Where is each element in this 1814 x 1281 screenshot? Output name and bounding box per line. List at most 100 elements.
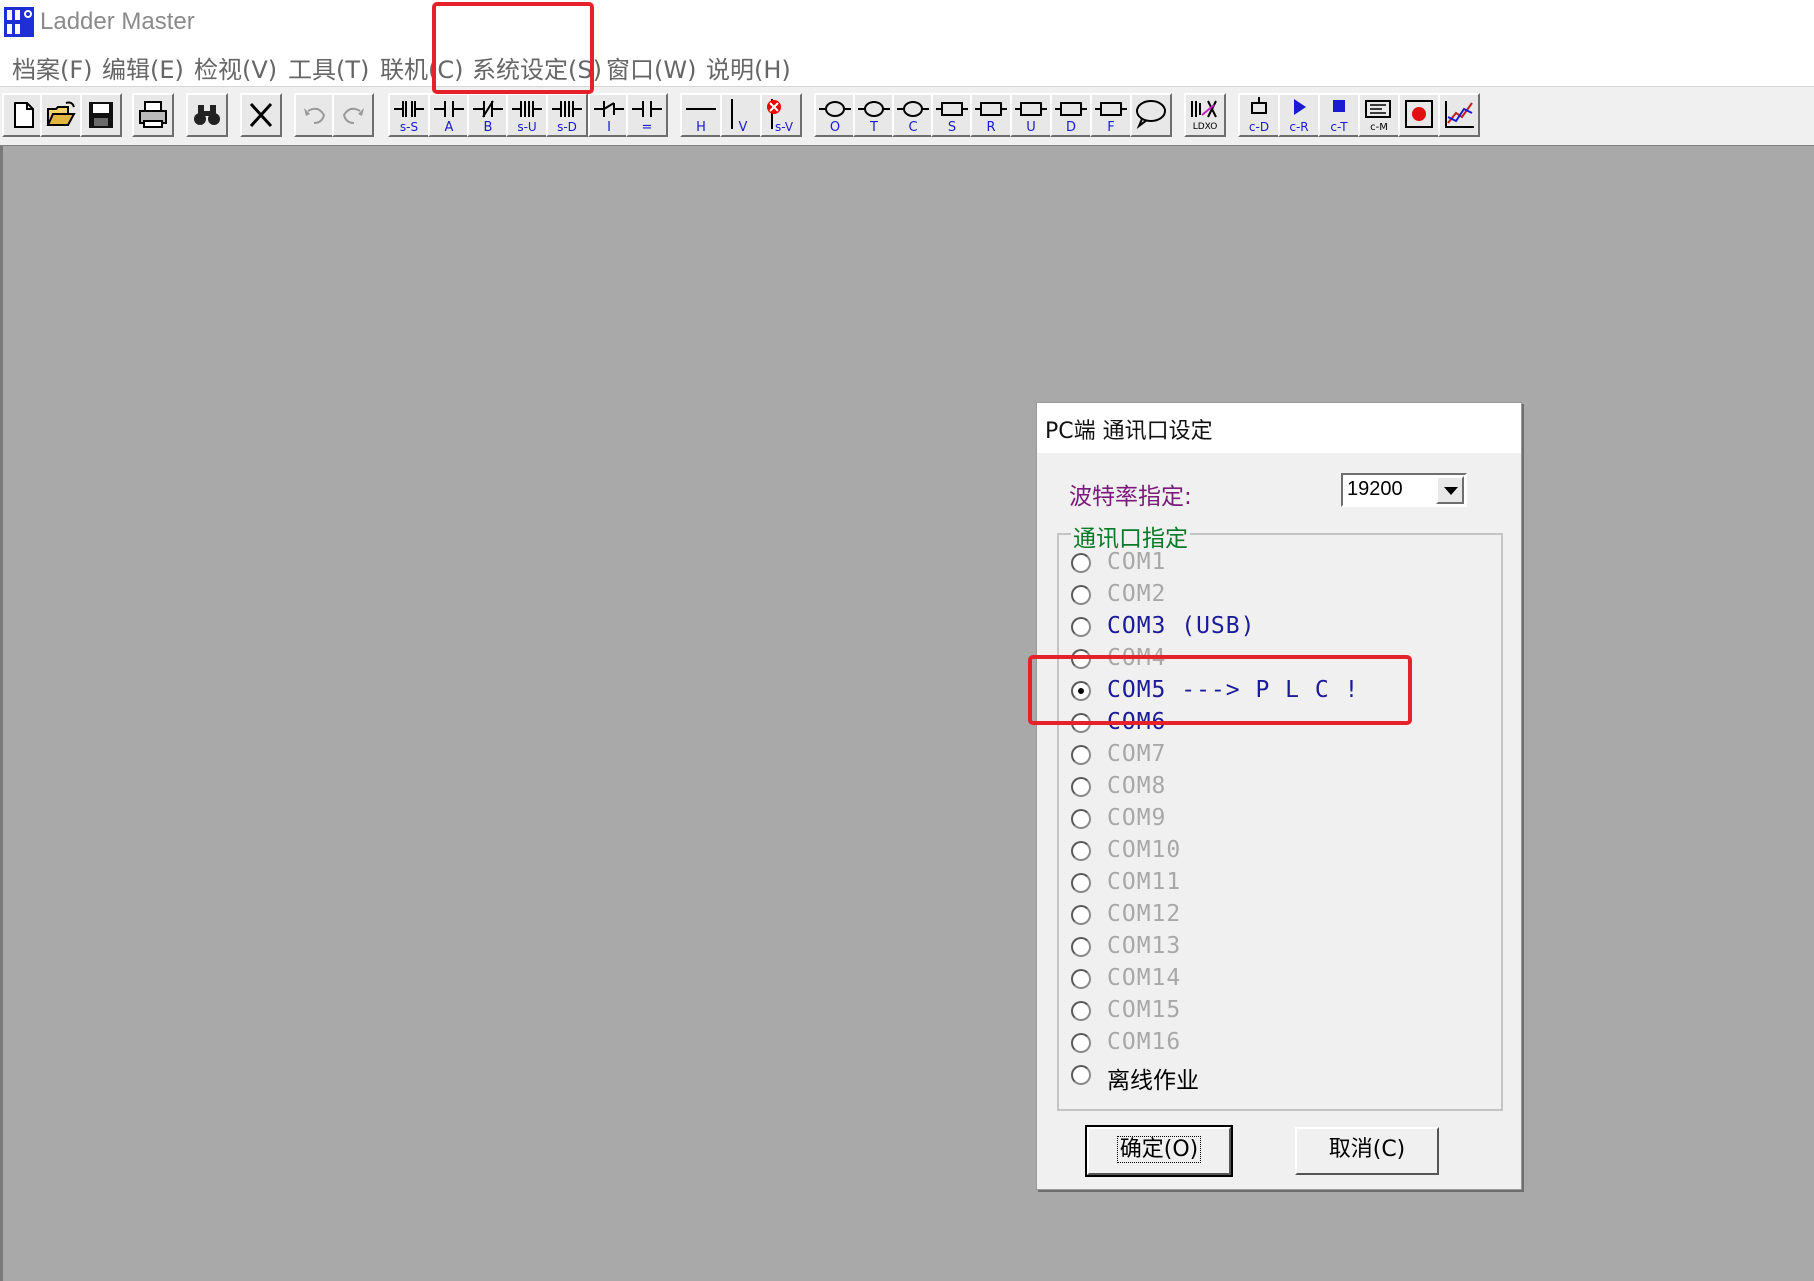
menu-tools[interactable]: 工具(T) <box>288 50 369 85</box>
contact-s-s-label: s-S <box>400 120 418 134</box>
coil-c-icon[interactable]: C <box>892 93 934 137</box>
radio-button[interactable] <box>1071 841 1091 861</box>
redo-icon[interactable] <box>332 93 374 137</box>
radio-button[interactable] <box>1071 873 1091 893</box>
radio-button[interactable] <box>1071 617 1091 637</box>
ok-button[interactable]: 确定(O) <box>1085 1125 1233 1177</box>
ldxo-icon[interactable]: LDXO <box>1184 93 1226 137</box>
dialog-title-bar: PC端 通讯口设定 <box>1037 403 1521 453</box>
coil-c-label: C <box>908 120 917 135</box>
highlight-com5 <box>1028 655 1412 725</box>
menu-edit[interactable]: 编辑(E) <box>102 50 184 85</box>
contact-eq-icon[interactable]: = <box>626 93 668 137</box>
delete-vline-label: s-V <box>775 120 794 134</box>
coil-u-label: U <box>1026 120 1036 135</box>
find-icon[interactable] <box>186 93 228 137</box>
port-label: COM14 <box>1107 965 1182 991</box>
cancel-button[interactable]: 取消(C) <box>1295 1127 1439 1175</box>
c-t-label: c-T <box>1330 120 1348 134</box>
port-label: COM16 <box>1107 1029 1182 1055</box>
contact-b-icon[interactable]: B <box>467 93 509 137</box>
print-icon[interactable] <box>132 93 174 137</box>
radio-button[interactable] <box>1071 809 1091 829</box>
port-label: COM9 <box>1107 805 1167 831</box>
radio-button[interactable] <box>1071 937 1091 957</box>
contact-s-d-icon[interactable]: s-D <box>546 93 588 137</box>
chart-icon[interactable] <box>1438 93 1480 137</box>
port-label: COM8 <box>1107 773 1167 799</box>
baud-rate-value: 19200 <box>1347 478 1403 500</box>
radio-button[interactable] <box>1071 745 1091 765</box>
radio-button[interactable] <box>1071 969 1091 989</box>
coil-s-label: S <box>948 120 956 135</box>
toolbar: s-S A B s-U s-D I = H V s-V O T C S R U <box>0 86 1814 147</box>
contact-a-label: A <box>445 120 454 135</box>
radio-button[interactable] <box>1071 1001 1091 1021</box>
c-d-icon[interactable]: c-D <box>1238 93 1280 137</box>
menu-view[interactable]: 检视(V) <box>194 50 277 85</box>
radio-button[interactable] <box>1071 585 1091 605</box>
radio-button[interactable] <box>1071 1065 1091 1085</box>
delete-icon[interactable] <box>240 93 282 137</box>
c-m-icon[interactable]: c-M <box>1358 93 1400 137</box>
undo-icon[interactable] <box>294 93 336 137</box>
save-icon[interactable] <box>80 93 122 137</box>
open-folder-icon[interactable] <box>40 93 82 137</box>
coil-t-icon[interactable]: T <box>853 93 895 137</box>
highlight-system-settings <box>432 2 594 94</box>
contact-s-u-label: s-U <box>517 120 536 134</box>
record-icon[interactable] <box>1398 93 1440 137</box>
port-group: 通讯口指定 COM1 COM2 COM3 (USB) COM4 COM5 ---… <box>1057 519 1503 1111</box>
radio-button[interactable] <box>1071 905 1091 925</box>
chevron-down-icon[interactable] <box>1436 476 1464 504</box>
hline-label: H <box>696 120 706 135</box>
coil-t-label: T <box>869 120 878 135</box>
comment-icon[interactable] <box>1130 93 1172 137</box>
port-label: COM12 <box>1107 901 1182 927</box>
contact-s-u-icon[interactable]: s-U <box>506 93 548 137</box>
menu-help[interactable]: 说明(H) <box>706 50 791 85</box>
c-t-icon[interactable]: c-T <box>1318 93 1360 137</box>
menu-window[interactable]: 窗口(W) <box>606 50 696 85</box>
coil-d-icon[interactable]: D <box>1050 93 1092 137</box>
radio-button[interactable] <box>1071 777 1091 797</box>
coil-d-label: D <box>1066 120 1076 135</box>
contact-i-icon[interactable]: I <box>588 93 630 137</box>
menu-bar: 档案(F) 编辑(E) 检视(V) 工具(T) 联机(C) 系统设定(S) 窗口… <box>0 46 1814 86</box>
app-icon <box>4 7 34 37</box>
menu-file[interactable]: 档案(F) <box>12 50 93 85</box>
ldxo-label: LDXO <box>1193 122 1218 132</box>
c-r-icon[interactable]: c-R <box>1278 93 1320 137</box>
contact-s-s-icon[interactable]: s-S <box>388 93 430 137</box>
coil-r-icon[interactable]: R <box>970 93 1012 137</box>
port-label: COM15 <box>1107 997 1182 1023</box>
port-label: COM13 <box>1107 933 1182 959</box>
new-file-icon[interactable] <box>2 93 44 137</box>
workspace-area <box>0 146 1814 1281</box>
port-group-label: 通讯口指定 <box>1071 519 1190 553</box>
coil-f-icon[interactable]: F <box>1090 93 1132 137</box>
coil-o-icon[interactable]: O <box>814 93 856 137</box>
radio-button[interactable] <box>1071 1033 1091 1053</box>
delete-vline-icon[interactable]: s-V <box>760 93 802 137</box>
port-label: COM7 <box>1107 741 1167 767</box>
coil-s-icon[interactable]: S <box>931 93 973 137</box>
c-d-label: c-D <box>1249 120 1269 134</box>
baud-rate-label: 波特率指定: <box>1069 484 1192 510</box>
baud-rate-select[interactable]: 19200 <box>1341 473 1467 507</box>
c-r-label: c-R <box>1289 120 1308 134</box>
c-m-label: c-M <box>1370 122 1388 133</box>
contact-i-label: I <box>607 120 611 135</box>
window-title: Ladder Master <box>40 8 195 35</box>
contact-b-label: B <box>484 120 493 135</box>
ok-button-label: 确定(O) <box>1116 1136 1202 1163</box>
hline-icon[interactable]: H <box>680 93 722 137</box>
port-label: COM3 (USB) <box>1107 613 1256 639</box>
vline-label: V <box>739 120 748 135</box>
vline-icon[interactable]: V <box>720 93 762 137</box>
coil-u-icon[interactable]: U <box>1010 93 1052 137</box>
port-label: 离线作业 <box>1107 1068 1199 1094</box>
contact-a-icon[interactable]: A <box>428 93 470 137</box>
radio-button[interactable] <box>1071 553 1091 573</box>
coil-f-label: F <box>1107 120 1114 135</box>
